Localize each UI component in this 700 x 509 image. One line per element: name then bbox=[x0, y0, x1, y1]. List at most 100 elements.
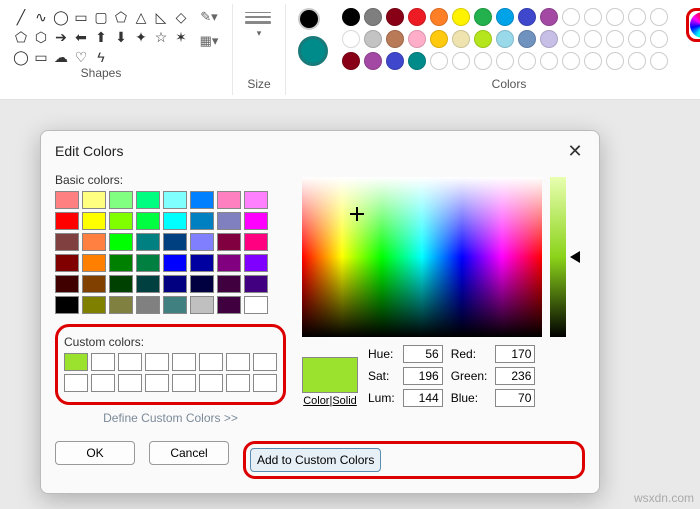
basic-color-cell[interactable] bbox=[136, 212, 160, 230]
shape-arrow-left[interactable]: ⬅ bbox=[72, 28, 90, 46]
palette-swatch[interactable] bbox=[628, 30, 646, 48]
palette-swatch[interactable] bbox=[430, 52, 448, 70]
shape-outline-button[interactable]: ✎▾ bbox=[198, 8, 220, 26]
palette-swatch[interactable] bbox=[364, 52, 382, 70]
shape-callout-rect[interactable]: ▭ bbox=[32, 48, 50, 66]
custom-color-cell[interactable] bbox=[91, 353, 115, 371]
palette-swatch[interactable] bbox=[474, 52, 492, 70]
shape-star4[interactable]: ✦ bbox=[132, 28, 150, 46]
shape-roundrect[interactable]: ▢ bbox=[92, 8, 110, 26]
palette-swatch[interactable] bbox=[386, 30, 404, 48]
add-to-custom-colors-button[interactable]: Add to Custom Colors bbox=[250, 448, 381, 472]
shape-heart[interactable]: ♡ bbox=[72, 48, 90, 66]
luminance-slider[interactable] bbox=[550, 177, 566, 337]
shape-rect[interactable]: ▭ bbox=[72, 8, 90, 26]
color2-swatch[interactable] bbox=[298, 36, 328, 66]
lum-input[interactable] bbox=[403, 389, 443, 407]
basic-color-cell[interactable] bbox=[217, 233, 241, 251]
basic-color-cell[interactable] bbox=[163, 233, 187, 251]
color-spectrum[interactable] bbox=[302, 177, 542, 337]
basic-color-cell[interactable] bbox=[244, 233, 268, 251]
shape-star5[interactable]: ☆ bbox=[152, 28, 170, 46]
shape-hexagon[interactable]: ⬡ bbox=[32, 28, 50, 46]
palette-swatch[interactable] bbox=[540, 30, 558, 48]
palette-swatch[interactable] bbox=[650, 30, 668, 48]
custom-color-cell[interactable] bbox=[145, 374, 169, 392]
basic-color-cell[interactable] bbox=[190, 212, 214, 230]
basic-color-cell[interactable] bbox=[82, 212, 106, 230]
custom-color-cell[interactable] bbox=[253, 374, 277, 392]
palette-swatch[interactable] bbox=[496, 52, 514, 70]
palette-swatch[interactable] bbox=[518, 52, 536, 70]
custom-color-cell[interactable] bbox=[226, 374, 250, 392]
custom-color-cell[interactable] bbox=[199, 374, 223, 392]
basic-color-cell[interactable] bbox=[163, 191, 187, 209]
basic-color-cell[interactable] bbox=[82, 296, 106, 314]
palette-swatch[interactable] bbox=[496, 8, 514, 26]
basic-color-cell[interactable] bbox=[217, 275, 241, 293]
basic-color-cell[interactable] bbox=[55, 191, 79, 209]
palette-swatch[interactable] bbox=[540, 52, 558, 70]
basic-color-cell[interactable] bbox=[217, 296, 241, 314]
shape-fill-button[interactable]: ▦▾ bbox=[198, 32, 220, 50]
custom-color-cell[interactable] bbox=[91, 374, 115, 392]
basic-color-cell[interactable] bbox=[163, 296, 187, 314]
custom-color-cell[interactable] bbox=[253, 353, 277, 371]
basic-color-cell[interactable] bbox=[55, 296, 79, 314]
palette-swatch[interactable] bbox=[540, 8, 558, 26]
define-custom-colors-link[interactable]: Define Custom Colors >> bbox=[55, 411, 286, 425]
basic-color-cell[interactable] bbox=[109, 212, 133, 230]
shape-diamond[interactable]: ◇ bbox=[172, 8, 190, 26]
custom-color-cell[interactable] bbox=[172, 353, 196, 371]
basic-color-cell[interactable] bbox=[163, 254, 187, 272]
palette-swatch[interactable] bbox=[562, 30, 580, 48]
basic-color-cell[interactable] bbox=[244, 254, 268, 272]
palette-swatch[interactable] bbox=[496, 30, 514, 48]
basic-color-cell[interactable] bbox=[217, 254, 241, 272]
basic-color-cell[interactable] bbox=[244, 275, 268, 293]
basic-color-cell[interactable] bbox=[136, 254, 160, 272]
basic-color-cell[interactable] bbox=[55, 275, 79, 293]
basic-color-cell[interactable] bbox=[244, 212, 268, 230]
shapes-gallery[interactable]: ╱ ∿ ◯ ▭ ▢ ⬠ △ ◺ ◇ ⬠ ⬡ ➔ ⬅ ⬆ ⬇ ✦ ☆ ✶ ◯ ▭ bbox=[12, 8, 190, 66]
shape-right-triangle[interactable]: ◺ bbox=[152, 8, 170, 26]
shape-polygon[interactable]: ⬠ bbox=[112, 8, 130, 26]
palette-swatch[interactable] bbox=[606, 30, 624, 48]
palette-swatch[interactable] bbox=[584, 8, 602, 26]
shape-lightning[interactable]: ϟ bbox=[92, 48, 110, 66]
custom-color-cell[interactable] bbox=[64, 353, 88, 371]
red-input[interactable] bbox=[495, 345, 535, 363]
palette-swatch[interactable] bbox=[650, 52, 668, 70]
shape-arrow-up[interactable]: ⬆ bbox=[92, 28, 110, 46]
basic-color-cell[interactable] bbox=[82, 275, 106, 293]
custom-color-cell[interactable] bbox=[64, 374, 88, 392]
custom-color-cell[interactable] bbox=[226, 353, 250, 371]
shape-triangle[interactable]: △ bbox=[132, 8, 150, 26]
basic-color-cell[interactable] bbox=[109, 296, 133, 314]
palette-swatch[interactable] bbox=[518, 30, 536, 48]
basic-color-cell[interactable] bbox=[109, 254, 133, 272]
basic-color-cell[interactable] bbox=[136, 275, 160, 293]
size-button[interactable] bbox=[245, 8, 273, 28]
shape-callout-cloud[interactable]: ☁ bbox=[52, 48, 70, 66]
edit-colors-button[interactable]: + bbox=[686, 8, 700, 42]
palette-swatch[interactable] bbox=[628, 8, 646, 26]
palette-swatch[interactable] bbox=[606, 52, 624, 70]
palette-swatch[interactable] bbox=[452, 52, 470, 70]
shape-star6[interactable]: ✶ bbox=[172, 28, 190, 46]
basic-color-cell[interactable] bbox=[217, 212, 241, 230]
palette-swatch[interactable] bbox=[364, 30, 382, 48]
basic-color-cell[interactable] bbox=[190, 254, 214, 272]
basic-color-cell[interactable] bbox=[82, 254, 106, 272]
palette-swatch[interactable] bbox=[584, 30, 602, 48]
shape-curve[interactable]: ∿ bbox=[32, 8, 50, 26]
basic-color-cell[interactable] bbox=[190, 191, 214, 209]
basic-color-cell[interactable] bbox=[217, 191, 241, 209]
shape-oval[interactable]: ◯ bbox=[52, 8, 70, 26]
basic-color-cell[interactable] bbox=[55, 212, 79, 230]
blue-input[interactable] bbox=[495, 389, 535, 407]
basic-color-cell[interactable] bbox=[163, 275, 187, 293]
basic-color-cell[interactable] bbox=[55, 254, 79, 272]
basic-color-cell[interactable] bbox=[82, 191, 106, 209]
palette-swatch[interactable] bbox=[386, 52, 404, 70]
